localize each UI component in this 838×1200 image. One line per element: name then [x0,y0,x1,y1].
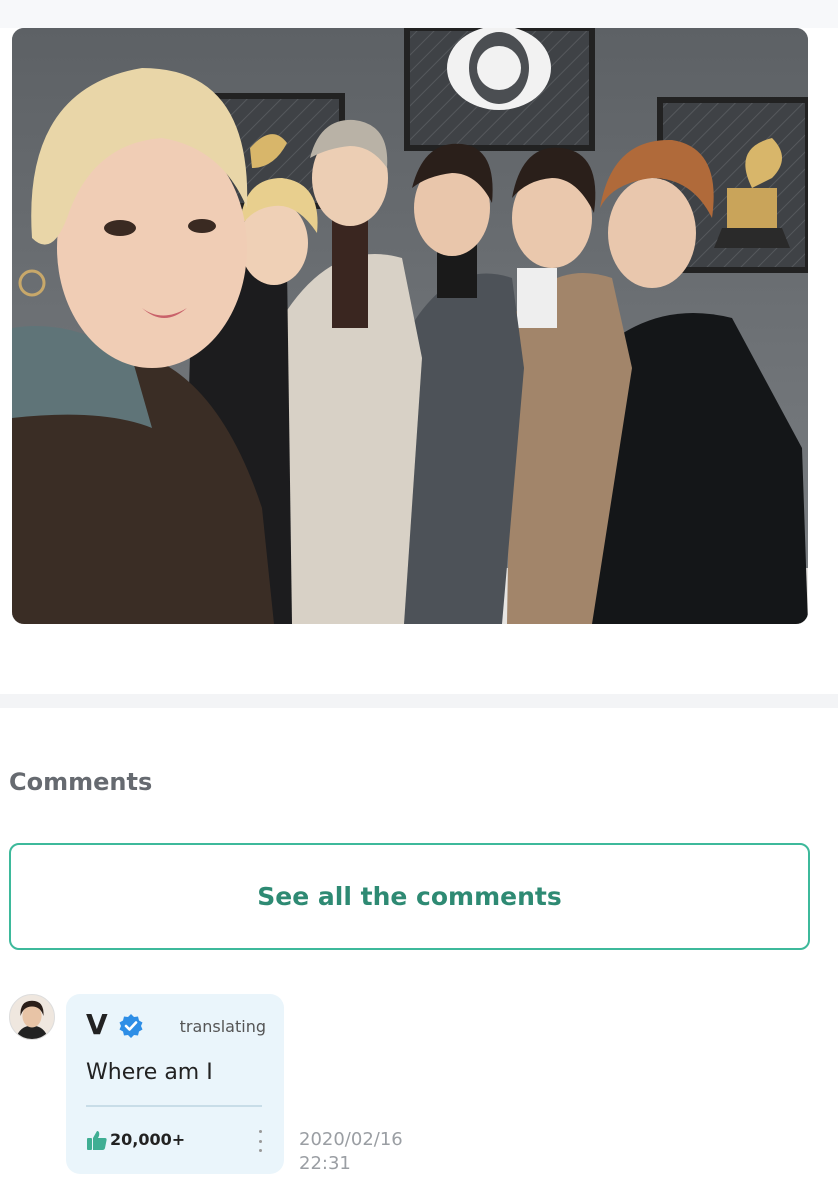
translate-button[interactable]: translating [180,1017,266,1036]
top-strip [0,0,838,28]
comment-author[interactable]: V [86,1008,108,1041]
comment-date: 2020/02/16 [299,1129,403,1150]
section-divider [0,694,838,708]
avatar-image [10,995,54,1039]
avatar[interactable] [9,994,55,1040]
comment-bubble: V translating Where am I 20,000+ [66,994,284,1174]
post-photo[interactable] [12,28,808,624]
comment-text: Where am I [86,1060,213,1085]
photo-illustration [12,28,808,624]
more-vertical-icon[interactable] [256,1130,264,1152]
thumbs-up-icon[interactable] [86,1129,108,1151]
verified-badge-icon [119,1014,143,1038]
comments-heading: Comments [9,768,153,796]
comment-time: 22:31 [299,1153,351,1174]
see-all-comments-button[interactable]: See all the comments [9,843,810,950]
like-count: 20,000+ [110,1130,186,1149]
comment-divider [86,1105,262,1107]
